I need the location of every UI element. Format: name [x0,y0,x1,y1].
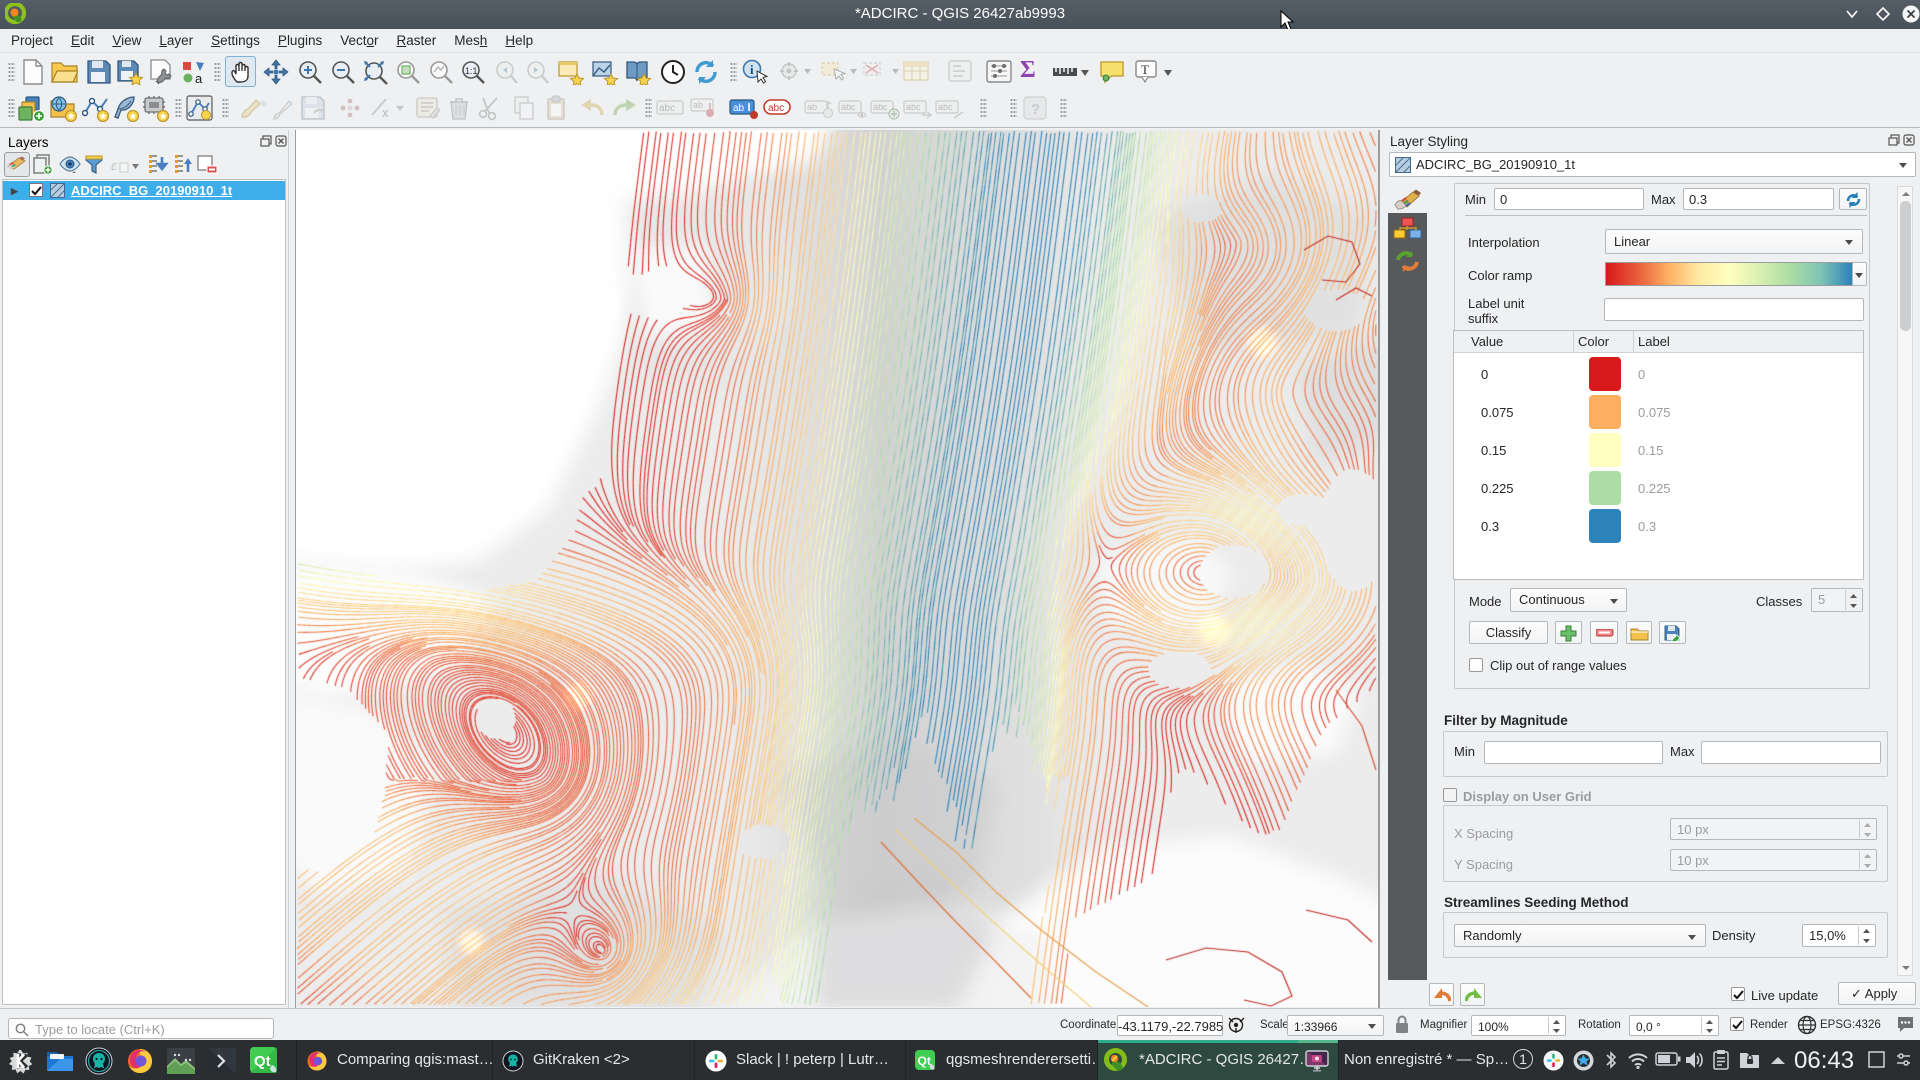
svg-text:Qt: Qt [918,1054,931,1068]
svg-text:1:1: 1:1 [465,66,478,76]
svg-text:abc: abc [768,103,784,114]
svg-text:abc: abc [873,102,888,112]
svg-text:x: x [382,105,389,120]
svg-text:i: i [750,62,754,77]
svg-text:abc: abc [659,103,675,114]
svg-text:ε: ε [111,158,117,174]
svg-text:abc: abc [841,102,856,112]
svg-text:abc: abc [938,102,953,112]
svg-text:abc: abc [906,102,921,112]
svg-text:a: a [195,71,203,85]
svg-text:?: ? [1031,101,1040,118]
svg-text:ab: ab [693,100,703,110]
svg-text:ab: ab [733,103,745,114]
svg-text:T: T [1141,62,1149,77]
svg-text:Qt: Qt [254,1053,271,1070]
svg-text:ab: ab [807,102,817,112]
